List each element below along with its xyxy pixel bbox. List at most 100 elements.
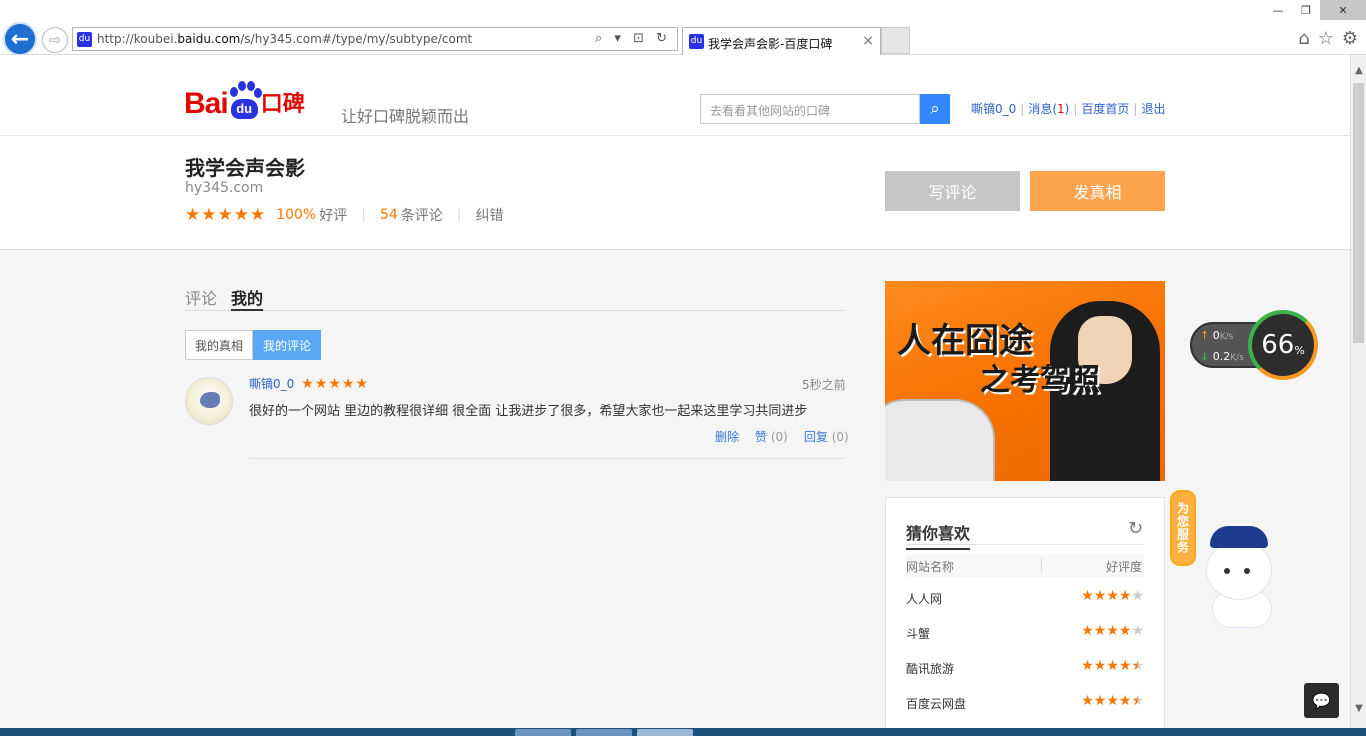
tab-my-reviews[interactable]: 我的评论 <box>253 330 322 360</box>
new-tab-button[interactable] <box>881 27 910 54</box>
site-info-panel: 我学会声会影 hy345.com ★★★★★ 100% 好评 | 54 条评论 … <box>0 136 1350 250</box>
recommend-table-header: 网站名称 好评度 <box>906 555 1144 577</box>
messages-link[interactable]: 消息(1) <box>1028 102 1069 116</box>
paw-icon: du <box>229 81 262 119</box>
star-icon: ★ <box>1131 623 1144 639</box>
user-links: 嘶镝0_0 | 消息(1) | 百度首页 | 退出 <box>971 100 1165 117</box>
tab-close-icon[interactable]: × <box>862 33 874 49</box>
good-rate-label: 好评 <box>319 208 348 224</box>
sub-tabs: 我的真相 我的评论 <box>185 330 322 360</box>
good-rate-value: 100% <box>276 207 317 223</box>
restore-icon[interactable]: ❐ <box>1292 0 1320 20</box>
list-item[interactable]: 百度云网盘 ★★★★★ <box>906 693 1144 713</box>
site-title: 我学会声会影 <box>185 156 305 180</box>
baidu-favicon-icon: du <box>689 34 704 49</box>
network-speed-widget[interactable]: ↑ 0K/s ↓ 0.2K/s 66% <box>1190 310 1318 380</box>
address-bar[interactable]: du http://koubei.baidu.com/s/hy345.com#/… <box>72 27 678 51</box>
post-truth-button[interactable]: 发真相 <box>1030 171 1165 211</box>
star-icon: ★ <box>1081 658 1094 674</box>
recommend-site-name[interactable]: 酷讯旅游 <box>906 660 954 677</box>
recommend-rating-stars: ★★★★★ <box>1081 588 1144 604</box>
browser-tab[interactable]: du 我学会声会影-百度口碑 × <box>682 27 881 55</box>
minimize-icon[interactable]: — <box>1264 0 1292 20</box>
star-icon: ★ <box>1081 693 1094 709</box>
ad-banner[interactable]: 人在囧途 之考驾照 <box>885 281 1165 481</box>
review-time: 5秒之前 <box>802 378 846 392</box>
upload-value: 0 <box>1212 329 1220 342</box>
site-domain[interactable]: hy345.com <box>185 180 263 196</box>
mascot-bear-icon[interactable] <box>1198 520 1284 628</box>
reply-count: (0) <box>831 430 849 444</box>
reply-link[interactable]: 回复 (0) <box>804 428 849 445</box>
gauge-value: 66 <box>1261 330 1295 360</box>
write-review-button[interactable]: 写评论 <box>885 171 1020 211</box>
close-window-icon[interactable]: ✕ <box>1320 0 1366 20</box>
reply-label: 回复 <box>803 430 828 444</box>
tab-mine[interactable]: 我的 <box>231 285 264 311</box>
customer-service-tag[interactable]: 为您服务 <box>1170 490 1196 566</box>
list-item[interactable]: 酷讯旅游 ★★★★★ <box>906 658 1144 678</box>
address-controls[interactable]: ⌕ ▾ ⊡ ↻ <box>595 31 671 46</box>
tab-comments[interactable]: 评论 <box>185 285 217 310</box>
list-item[interactable]: 人人网 ★★★★★ <box>906 588 1144 608</box>
address-url[interactable]: http://koubei.baidu.com/s/hy345.com#/typ… <box>97 32 472 46</box>
tab-my-truth[interactable]: 我的真相 <box>185 330 254 360</box>
review-count-value: 54 <box>379 207 398 223</box>
search-input[interactable]: 去看看其他网站的口碑 <box>700 94 920 124</box>
star-icon: ★ <box>1093 588 1107 604</box>
arrow-right-icon: ⇨ <box>48 31 62 49</box>
recommend-site-name[interactable]: 百度云网盘 <box>906 695 966 712</box>
scroll-down-icon[interactable]: ▼ <box>1351 703 1366 714</box>
home-icon[interactable]: ⌂ <box>1298 28 1309 49</box>
review-text: 很好的一个网站 里边的教程很详细 很全面 让我进步了很多，希望大家也一起来这里学… <box>249 404 808 419</box>
like-count: (0) <box>770 430 788 444</box>
url-prefix: http://koubei. <box>97 32 178 46</box>
separator: | <box>361 207 366 223</box>
baidu-koubei-logo[interactable]: Bai du 口碑 <box>184 79 305 119</box>
chat-icon[interactable]: 💬 <box>1304 683 1339 718</box>
recommend-title: 猜你喜欢 <box>906 520 971 550</box>
star-icon: ★ <box>1106 588 1119 604</box>
speed-unit: K/s <box>1219 332 1234 342</box>
separator: | <box>1020 102 1025 116</box>
slogan: 让好口碑脱颖而出 <box>341 107 470 126</box>
recommend-site-name[interactable]: 人人网 <box>906 590 942 607</box>
forward-button[interactable]: ⇨ <box>42 27 68 53</box>
recommend-rating-stars: ★★★★★ <box>1081 623 1144 639</box>
logout-link[interactable]: 退出 <box>1141 102 1165 116</box>
site-rating-stars: ★★★★★ <box>185 205 267 225</box>
avatar[interactable] <box>185 377 233 425</box>
list-item[interactable]: 斗蟹 ★★★★★ <box>906 623 1144 643</box>
taskbar-item[interactable] <box>515 729 571 736</box>
star-icon: ★ <box>1131 588 1144 604</box>
favorites-star-icon[interactable]: ☆ <box>1318 28 1334 49</box>
review-user-link[interactable]: 嘶镝0_0 <box>249 375 294 392</box>
taskbar-item[interactable] <box>637 729 693 736</box>
site-header: Bai du 口碑 让好口碑脱颖而出 去看看其他网站的口碑 ⌕ 嘶镝0_0 | 消息… <box>0 55 1350 136</box>
delete-link[interactable]: 删除 <box>715 428 739 445</box>
like-link[interactable]: 赞 (0) <box>755 428 788 445</box>
user-name-link[interactable]: 嘶镝0_0 <box>971 102 1016 116</box>
messages-paren: ) <box>1064 102 1070 116</box>
scroll-thumb[interactable] <box>1353 83 1364 343</box>
baidu-favicon-icon: du <box>77 32 92 47</box>
gauge-percent: % <box>1294 343 1305 357</box>
taskbar-item[interactable] <box>576 729 632 736</box>
report-error-link[interactable]: 纠错 <box>476 205 504 225</box>
back-button[interactable]: ← <box>3 22 37 56</box>
scroll-up-icon[interactable]: ▲ <box>1351 65 1366 76</box>
refresh-icon[interactable]: ↻ <box>1128 518 1143 539</box>
col-site-name: 网站名称 <box>906 560 955 574</box>
search-button[interactable]: ⌕ <box>920 94 950 124</box>
review-count-label[interactable]: 条评论 <box>401 205 443 225</box>
recommend-site-name[interactable]: 斗蟹 <box>906 625 930 642</box>
baidu-home-link[interactable]: 百度首页 <box>1081 102 1129 116</box>
url-host: baidu.com <box>177 32 241 46</box>
star-icon: ★ <box>1118 658 1132 674</box>
settings-gear-icon[interactable]: ⚙ <box>1342 28 1358 49</box>
ad-line-2: 之考驾照 <box>980 363 1100 398</box>
logo-du: du <box>230 99 258 119</box>
star-icon: ★ <box>1106 693 1119 709</box>
vertical-scrollbar[interactable]: ▲ ▼ <box>1350 55 1366 728</box>
download-value: 0.2 <box>1212 350 1231 363</box>
